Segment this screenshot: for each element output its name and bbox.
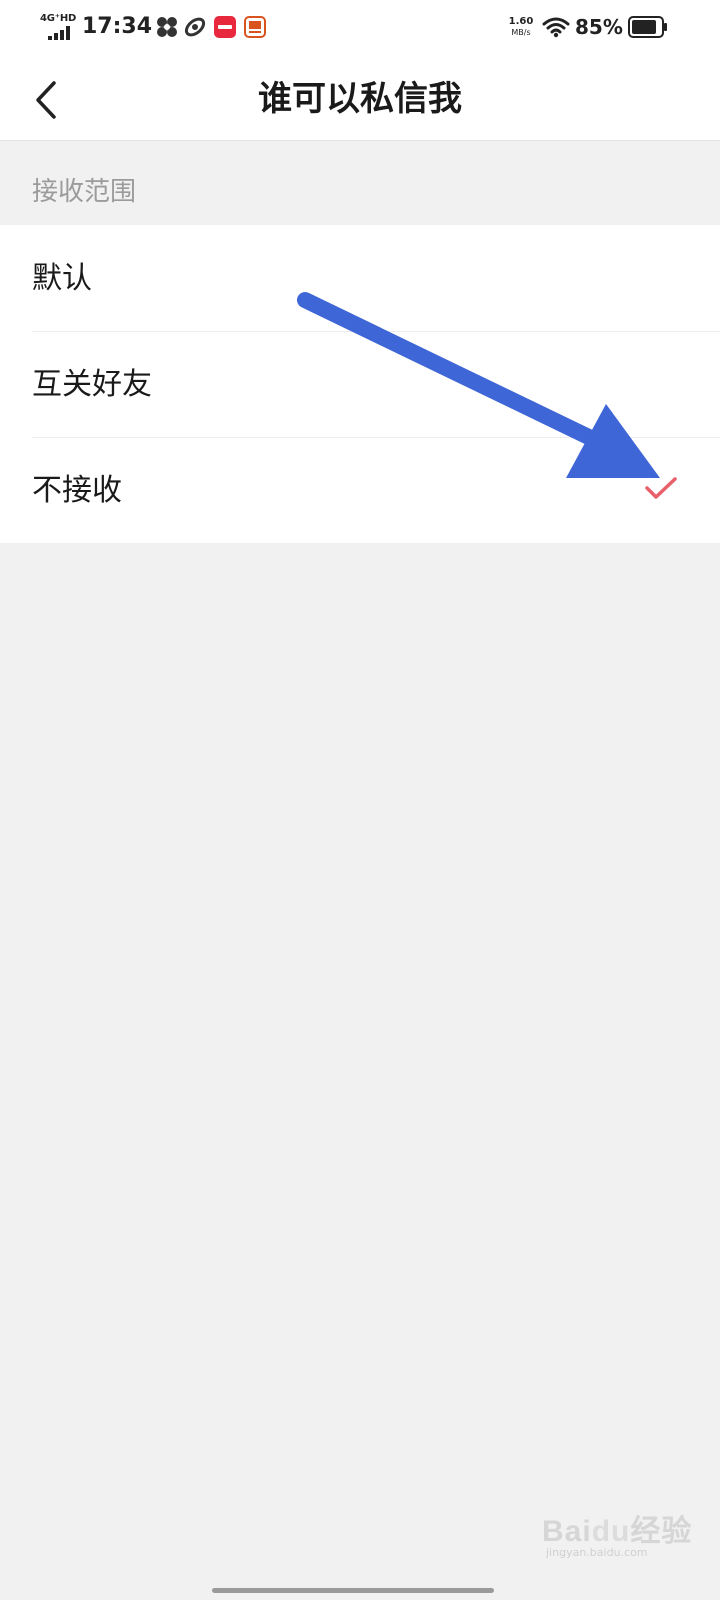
app-header: 谁可以私信我: [0, 56, 720, 141]
option-do-not-receive[interactable]: 不接收: [0, 437, 720, 543]
section-title: 接收范围: [32, 177, 137, 207]
swirl-app-icon: [184, 16, 206, 42]
battery-icon: [628, 16, 668, 42]
battery-fill: [632, 20, 656, 34]
option-label: 默认: [32, 261, 92, 296]
options-list: 默认 互关好友 不接收: [0, 225, 720, 543]
paw-icon: du: [591, 1515, 631, 1548]
status-bar: 4G⁺HD 17:34 1.60 MB/s 85%: [0, 0, 720, 56]
clock: 17:34: [82, 14, 153, 39]
wifi-icon: [542, 16, 570, 42]
option-label: 互关好友: [32, 367, 152, 402]
page-title: 谁可以私信我: [258, 79, 462, 119]
section-header: 接收范围: [0, 141, 720, 225]
battery-percent: 85%: [575, 15, 623, 39]
home-indicator[interactable]: [212, 1588, 494, 1593]
watermark-url: jingyan.baidu.com: [546, 1546, 648, 1559]
watermark-brand-tail: 经验: [630, 1515, 693, 1548]
network-speed: 1.60 MB/s: [506, 16, 536, 38]
red-store-app-icon: [214, 16, 236, 42]
option-mutual-friends[interactable]: 互关好友: [0, 331, 720, 437]
network-type-label: 4G⁺HD: [40, 13, 77, 24]
option-label: 不接收: [32, 473, 122, 508]
check-icon: [645, 477, 677, 499]
network-speed-value: 1.60: [508, 16, 534, 27]
network-indicator: 4G⁺HD: [40, 14, 76, 40]
network-speed-unit: MB/s: [511, 28, 531, 37]
signal-strength-icon: [48, 26, 70, 40]
watermark-brand: Bai: [542, 1515, 592, 1548]
option-default[interactable]: 默认: [0, 225, 720, 331]
watermark: Baidu经验 jingyan.baidu.com: [540, 1500, 700, 1559]
watermark-logo: Baidu经验: [542, 1506, 692, 1550]
orange-news-app-icon: [244, 16, 266, 42]
fan-app-icon: [156, 16, 178, 42]
